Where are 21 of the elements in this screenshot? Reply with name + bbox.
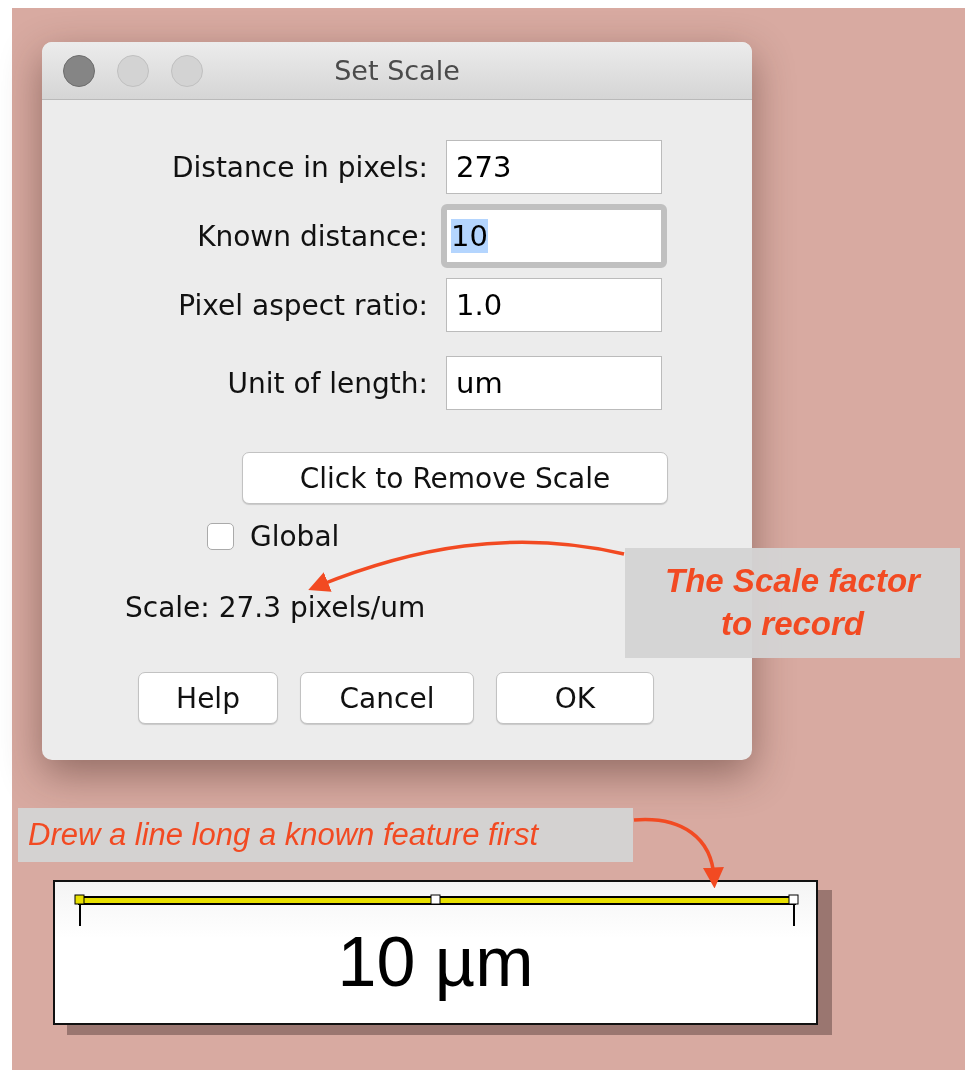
close-button[interactable]: [63, 54, 95, 87]
checkbox-label: Global: [250, 520, 340, 553]
field-label: Unit of length:: [227, 366, 428, 400]
input-field[interactable]: 1.0: [446, 278, 662, 332]
field-label: Pixel aspect ratio:: [178, 288, 428, 322]
callout-banner: Drew a line long a known feature first: [18, 808, 633, 862]
dialog-button[interactable]: OK: [496, 672, 654, 724]
zoom-button[interactable]: [171, 54, 203, 87]
scale-bar-label: 10 µm: [337, 922, 534, 1002]
field-label: Distance in pixels:: [171, 150, 428, 184]
remove-scale-button[interactable]: Click to Remove Scale: [242, 452, 668, 504]
callout-note: The Scale factor to record: [625, 548, 960, 658]
minimize-button[interactable]: [117, 54, 149, 87]
input-field[interactable]: 273: [446, 140, 662, 194]
window-title: Set Scale: [334, 55, 460, 86]
input-field[interactable]: um: [446, 356, 662, 410]
dialog-button[interactable]: Help: [138, 672, 278, 724]
dialog-button[interactable]: Cancel: [300, 672, 474, 724]
field-label: Known distance:: [197, 219, 428, 253]
checkbox[interactable]: [207, 523, 234, 550]
input-field[interactable]: 10: [441, 204, 667, 268]
